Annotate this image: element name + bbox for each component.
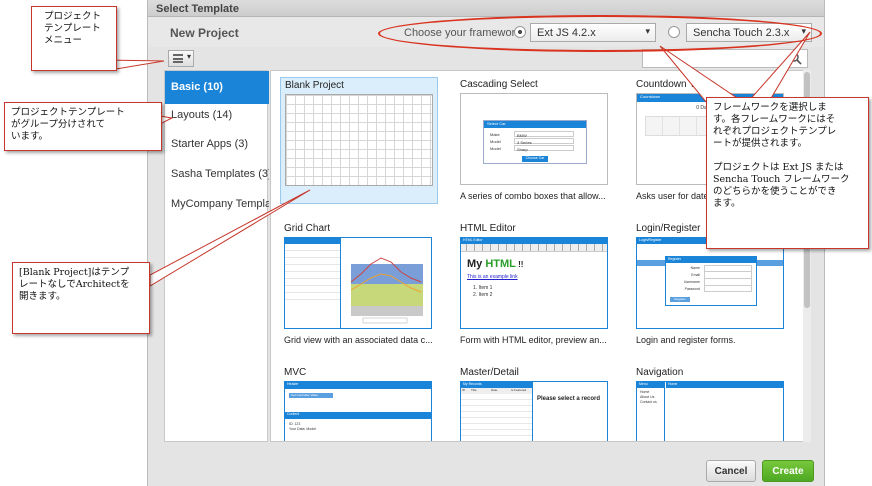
- template-name: Countdown Timer: [636, 79, 715, 90]
- template-name: HTML Editor: [460, 223, 516, 234]
- sidebar-item-label: Layouts (14): [171, 109, 233, 121]
- sidebar-item-label: Sasha Templates (3): [171, 168, 269, 180]
- template-thumbnail: Select Car Make Model Model BMW 3 Series S…: [460, 93, 608, 185]
- thumb-form-labels: Make Model Model: [490, 132, 501, 151]
- template-name: MVC: [284, 367, 307, 378]
- thumb-form-values: BMW 3 Series Sharp: [514, 131, 574, 152]
- template-name: Grid Chart: [284, 223, 331, 234]
- template-thumbnail: Menu Home About Us Contact us Home: [636, 381, 784, 441]
- thumb-editor-link: This is an example link: [467, 274, 518, 280]
- template-thumbnail: Login/Register Register Name Email Usernam…: [636, 237, 784, 329]
- dialog-footer: Cancel Create: [148, 452, 824, 486]
- template-description: Grid view with an associated data c...: [284, 335, 433, 345]
- menu-icon: [173, 54, 183, 63]
- template-menu-button[interactable]: ▾: [168, 50, 194, 67]
- callout-template-groups: プロジェクトテンプレート がグループ分けされて います。: [4, 102, 162, 151]
- thumb-login-panel: Register Name Email Username Password Regis…: [665, 256, 757, 306]
- template-name: Cascading Select: [460, 79, 538, 90]
- template-thumbnail: HTML Editor My HTML !! This is an exampl…: [460, 237, 608, 329]
- thumb-editor-toolbar: [461, 244, 607, 252]
- dialog-title: Select Template: [156, 3, 239, 15]
- template-name: Login/Register: [636, 223, 701, 234]
- template-thumbnail: My Records ID Title Date Is Featured Ple…: [460, 381, 608, 441]
- search-icon[interactable]: [789, 52, 802, 65]
- template-group-list: Basic (10) Layouts (14) Starter Apps (3)…: [164, 70, 269, 442]
- thumb-form-title: Select Car: [484, 121, 586, 128]
- callout-template-menu: プロジェクト テンプレート メニュー: [31, 6, 117, 71]
- callout-framework-select: フレームワークを選択しま す。各フレームワークにはそ れぞれプロジェクトテンプレ…: [706, 97, 869, 249]
- sidebar-item-starter-apps[interactable]: Starter Apps (3): [165, 128, 269, 161]
- template-description: A series of combo boxes that allow...: [460, 191, 606, 201]
- callout-blank-project: [Blank Project]はテンプ レートなしでArchitectを 開きま…: [12, 262, 150, 334]
- screenshot-root: Select Template New Project Choose your …: [0, 0, 872, 486]
- dialog-titlebar: Select Template: [148, 0, 824, 17]
- thumb-detail-text: Please select a record: [537, 396, 601, 402]
- project-title: New Project: [170, 26, 239, 40]
- framework-highlight-oval: [378, 15, 822, 52]
- template-name: Blank Project: [285, 80, 344, 91]
- sidebar-item-label: Basic (10): [171, 81, 223, 93]
- template-toolbar: ▾: [164, 49, 808, 69]
- template-thumbnail: Header Get Controller Value Content ID: …: [284, 381, 432, 441]
- chevron-down-icon: ▾: [186, 52, 191, 61]
- thumb-editor-list: 1. Item 1 2. Item 2: [473, 285, 493, 298]
- cancel-button[interactable]: Cancel: [706, 460, 756, 482]
- sidebar-item-label: MyCompany Templates: [171, 198, 269, 210]
- template-tile-blank-project[interactable]: Blank Project: [280, 77, 438, 204]
- sidebar-item-label: Starter Apps (3): [171, 138, 249, 150]
- template-name: Master/Detail: [460, 367, 519, 378]
- template-search-input[interactable]: [642, 49, 808, 68]
- thumb-chart-image: [350, 257, 423, 324]
- thumb-grid: [285, 238, 341, 328]
- template-thumbnail: [284, 237, 432, 329]
- create-button[interactable]: Create: [762, 460, 814, 482]
- template-thumbnail: [285, 94, 433, 186]
- thumb-editor-heading: My HTML !!: [467, 258, 524, 270]
- template-name: Navigation: [636, 367, 684, 378]
- sidebar-item-mycompany-templates[interactable]: MyCompany Templates: [165, 188, 269, 221]
- template-description: Login and register forms.: [636, 335, 736, 345]
- thumb-form-panel: Select Car Make Model Model BMW 3 Series S…: [483, 120, 587, 164]
- sidebar-item-sasha-templates[interactable]: Sasha Templates (3): [165, 158, 269, 191]
- thumb-form-button: Choose Car: [522, 156, 548, 162]
- template-description: Form with HTML editor, preview an...: [460, 335, 607, 345]
